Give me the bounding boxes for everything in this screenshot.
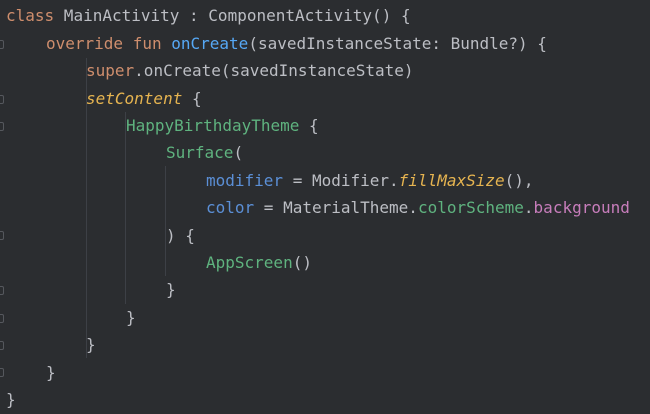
code-line[interactable]: setContent { [6, 85, 202, 112]
fold-marker-icon[interactable] [0, 95, 4, 104]
code-line[interactable]: class MainActivity : ComponentActivity()… [6, 2, 411, 29]
code-line[interactable]: } [6, 276, 176, 303]
code-token: HappyBirthdayTheme [126, 116, 300, 135]
code-token: ) { [166, 226, 195, 245]
code-token: onCreate [171, 34, 249, 53]
code-token: (), [504, 171, 534, 190]
fold-marker-icon[interactable] [0, 122, 4, 131]
fold-marker-icon[interactable] [0, 341, 4, 350]
code-token: modifier [206, 171, 284, 190]
fold-marker-icon[interactable] [0, 368, 4, 377]
code-token: class [6, 6, 55, 25]
code-line[interactable]: } [6, 331, 96, 358]
code-token: color [206, 198, 255, 217]
fold-marker-icon[interactable] [0, 231, 4, 240]
code-line[interactable]: AppScreen() [6, 249, 312, 276]
code-token: . [523, 198, 534, 217]
code-token: () [292, 253, 312, 272]
code-line[interactable]: override fun onCreate(savedInstanceState… [6, 30, 547, 57]
code-token: = MaterialTheme. [254, 198, 418, 217]
code-line[interactable]: ) { [6, 222, 195, 249]
fold-marker-icon[interactable] [0, 286, 4, 295]
code-line[interactable]: modifier = Modifier.fillMaxSize(), [6, 167, 534, 194]
code-token: ( [233, 143, 244, 162]
code-token: { [299, 116, 319, 135]
code-token: = Modifier. [283, 171, 399, 190]
code-line[interactable]: } [6, 359, 56, 386]
code-line[interactable]: Surface( [6, 139, 243, 166]
code-token: .onCreate(savedInstanceState) [134, 61, 414, 80]
code-token: { [182, 89, 202, 108]
code-line[interactable]: } [6, 304, 136, 331]
code-token: override [46, 34, 124, 53]
code-token: AppScreen [206, 253, 293, 272]
code-line[interactable]: HappyBirthdayTheme { [6, 112, 319, 139]
code-token: super [86, 61, 135, 80]
code-line[interactable]: color = MaterialTheme.colorScheme.backgr… [6, 194, 630, 221]
code-token: } [46, 363, 56, 382]
code-token: fillMaxSize [398, 171, 505, 190]
code-token: background [533, 198, 630, 217]
fold-marker-icon[interactable] [0, 314, 4, 323]
code-token: fun [132, 34, 162, 53]
code-token: } [6, 390, 16, 409]
code-token: Surface [166, 143, 234, 162]
code-token: } [86, 335, 96, 354]
fold-marker-icon[interactable] [0, 40, 4, 49]
code-line[interactable]: } [6, 386, 16, 413]
code-line[interactable]: super.onCreate(savedInstanceState) [6, 57, 414, 84]
code-token: colorScheme [417, 198, 524, 217]
code-token: setContent [86, 89, 183, 108]
code-token: MainActivity : ComponentActivity() { [54, 6, 411, 25]
code-token: (savedInstanceState: Bundle?) { [248, 34, 547, 53]
code-token: } [126, 308, 136, 327]
code-token: } [166, 280, 176, 299]
code-editor[interactable]: class MainActivity : ComponentActivity()… [0, 0, 650, 414]
